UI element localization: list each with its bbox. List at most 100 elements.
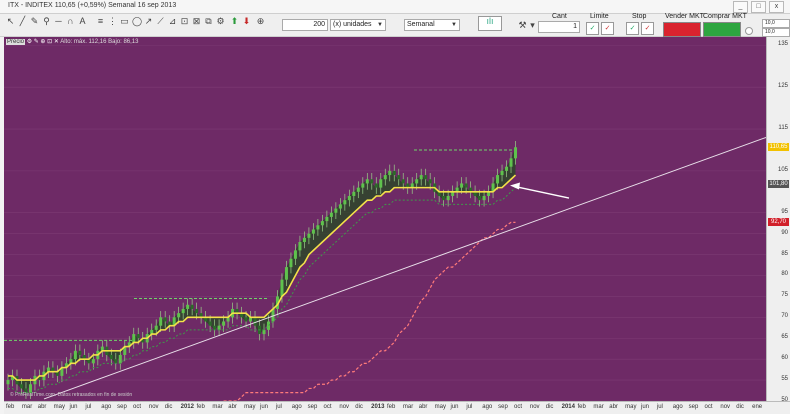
cant-label: Cant	[552, 13, 567, 20]
x-tick-label: abr	[418, 404, 428, 410]
buy-arrow-icon[interactable]: ⬆	[230, 17, 239, 26]
candle	[482, 195, 486, 201]
pencil-icon[interactable]: ✎	[30, 17, 39, 26]
x-tick-label: jun	[450, 404, 459, 410]
buy-mkt-label: Comprar MKT	[703, 13, 747, 20]
ellipse-icon[interactable]: ◯	[132, 17, 142, 26]
candle	[338, 204, 342, 209]
candle	[424, 175, 428, 180]
chart-info: Alto: máx. 112,16 Bajo: 86,13	[60, 39, 139, 45]
settings-icon[interactable]: ⚙	[216, 17, 225, 26]
sell-mkt-label: Vender MKT	[665, 13, 704, 20]
quantity-unit-select[interactable]: (x) unidades ▼	[330, 19, 386, 31]
x-tick-label: ene	[752, 404, 763, 410]
price-axis[interactable]: 135 125 115 105 95 90 85 80 75 70 65 60 55 50 110,65 10…	[766, 37, 790, 403]
candle	[460, 183, 464, 188]
stop-buy-button[interactable]: ✓	[626, 22, 639, 35]
x-tick-label: sep	[307, 404, 318, 410]
x-tick-label: nov	[720, 404, 731, 410]
stop-label: Stop	[632, 13, 647, 20]
sell-arrow-icon[interactable]: ⬇	[242, 17, 251, 26]
candle	[374, 183, 378, 188]
candle	[370, 179, 374, 184]
candle	[159, 317, 163, 326]
right-field-1[interactable]: 10,0	[762, 19, 790, 28]
arrow-icon[interactable]: ↗	[144, 17, 153, 26]
y-tick-label: 60	[781, 355, 788, 362]
x-tick-label: mar	[593, 404, 604, 410]
gann-icon[interactable]: ⊿	[168, 17, 177, 26]
quantity-field[interactable]: 200	[282, 19, 328, 31]
title-symbol: ITX - INDITEX	[8, 2, 53, 9]
quantity-unit-value: (x) unidades	[333, 21, 372, 28]
radio-option[interactable]	[745, 27, 753, 35]
candle	[208, 321, 212, 326]
cursor-icon[interactable]: ↖	[6, 17, 15, 26]
price-chart[interactable]: Precio ⚙ ✎ ⊕ ⊡ ✕ Alto: máx. 112,16 Bajo:…	[4, 37, 766, 401]
x-tick-label: abr	[228, 404, 237, 410]
draw-line-icon[interactable]: ╱	[18, 17, 27, 26]
close-button[interactable]: x	[769, 1, 784, 13]
x-tick-label: oct	[704, 404, 713, 410]
candle	[289, 258, 293, 268]
text-icon[interactable]: A	[78, 17, 87, 26]
candle	[311, 229, 315, 234]
candle	[298, 242, 302, 251]
settings-small-icon[interactable]: ▾	[528, 21, 537, 30]
chart-type-icon[interactable]: ılı	[478, 16, 502, 31]
horizontal-line-icon[interactable]: ─	[54, 17, 63, 26]
zoom-icon[interactable]: ⚲	[42, 17, 51, 26]
x-tick-label: feb	[577, 404, 586, 410]
candle	[464, 183, 468, 188]
x-tick-label: ago	[672, 404, 683, 410]
x-tick-label: nov	[148, 404, 159, 410]
y-tick-label: 90	[781, 229, 788, 236]
period-select[interactable]: Semanal ▼	[404, 19, 460, 31]
x-tick-label: jun	[260, 404, 269, 410]
limite-buy-button[interactable]: ✓	[586, 22, 599, 35]
sell-market-button[interactable]	[663, 22, 701, 37]
candle	[132, 334, 136, 343]
candle	[356, 187, 360, 192]
x-tick-label: oct	[323, 404, 332, 410]
candle	[415, 179, 419, 184]
fibonacci-icon[interactable]: ⋮	[108, 17, 117, 26]
candle	[78, 350, 82, 355]
candle	[154, 325, 158, 330]
maximize-button[interactable]: □	[751, 1, 766, 13]
x-tick-label: 2014	[561, 404, 575, 410]
time-axis[interactable]: feb mar abr may jun jul ago sep oct nov dic 2012 feb…	[4, 401, 790, 414]
settings-icon[interactable]: ⚙ ✎ ⊕ ⊡ ✕	[27, 39, 61, 45]
magnet-icon[interactable]: ∩	[66, 17, 75, 26]
candle	[136, 334, 140, 339]
channel-icon[interactable]: ≡	[96, 17, 105, 26]
watermark: © ProRealTime.com. Datos retrasados en f…	[10, 392, 133, 398]
chart-svg[interactable]	[4, 37, 766, 401]
wrench-icon[interactable]: ⚒	[518, 21, 527, 30]
right-field-2[interactable]: 10,0	[762, 28, 790, 37]
x-tick-label: dic	[736, 404, 744, 410]
order-icon[interactable]: ⊕	[256, 17, 265, 26]
lock-icon[interactable]: ⊡	[180, 17, 189, 26]
y-tick-label: 105	[777, 166, 788, 173]
chevron-down-icon: ▼	[377, 22, 383, 28]
candle	[505, 166, 509, 171]
buy-market-button[interactable]	[703, 22, 741, 37]
x-tick-label: dic	[355, 404, 363, 410]
minimize-button[interactable]: _	[733, 1, 748, 13]
candle	[329, 212, 333, 217]
candle	[109, 354, 113, 360]
trendline-icon[interactable]: ⟋	[156, 17, 165, 26]
limite-sell-button[interactable]: ✓	[601, 22, 614, 35]
x-tick-label: ago	[291, 404, 302, 410]
rectangle-icon[interactable]: ▭	[120, 17, 129, 26]
candle	[293, 250, 297, 259]
x-tick-label: 2012	[180, 404, 194, 410]
candle	[307, 233, 311, 238]
cant-field[interactable]: 1	[538, 21, 580, 33]
delete-icon[interactable]: ⊠	[192, 17, 201, 26]
candle	[284, 267, 288, 280]
stop-sell-button[interactable]: ✓	[641, 22, 654, 35]
x-tick-label: jun	[641, 404, 650, 410]
clone-icon[interactable]: ⧉	[204, 17, 213, 26]
